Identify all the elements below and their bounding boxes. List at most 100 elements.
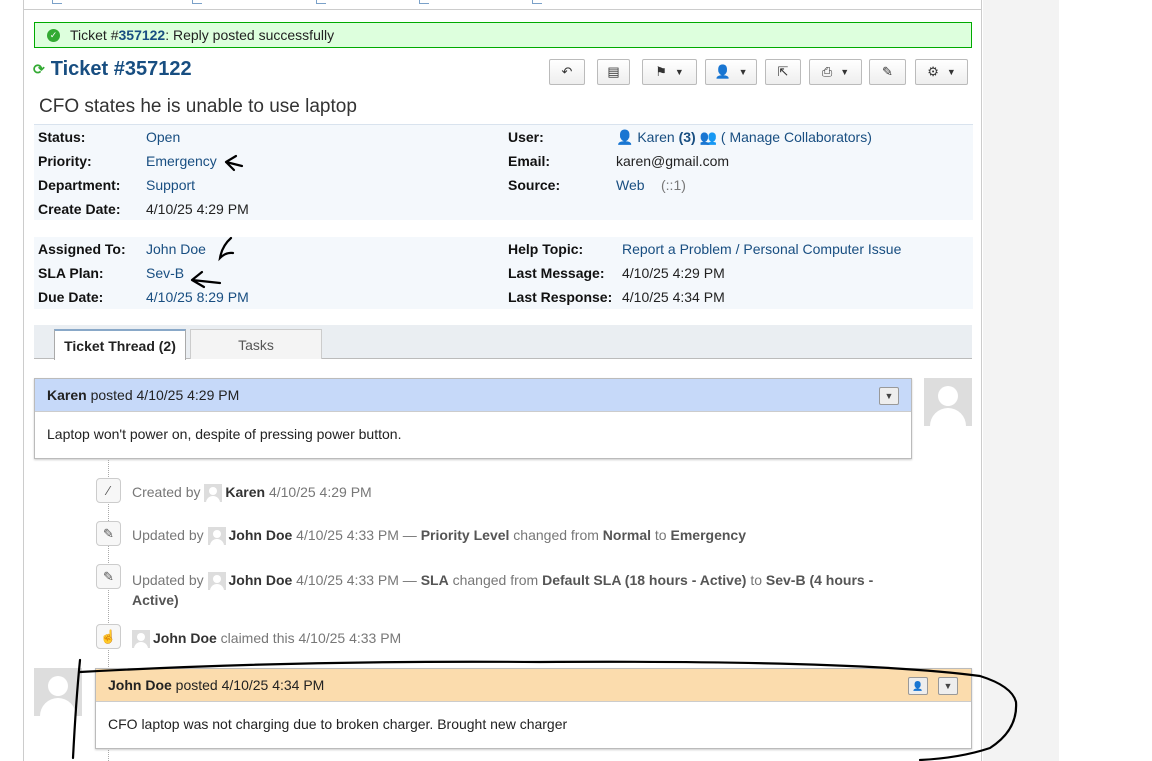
message-body: Laptop won't power on, despite of pressi… <box>47 426 402 442</box>
chevron-down-icon: ▼ <box>840 67 850 77</box>
share-icon: ⇱ <box>777 64 789 79</box>
tab-tasks[interactable]: Tasks <box>190 329 322 359</box>
transfer-button[interactable]: ⇱ <box>765 59 801 85</box>
ticket-subject: CFO states he is unable to use laptop <box>39 96 357 117</box>
event-old-value: Normal <box>602 527 652 543</box>
check-icon: ✓ <box>47 28 60 42</box>
thread-event-created: ⁄ Created by Karen 4/10/25 4:29 PM <box>96 478 372 505</box>
print-ticket-button[interactable]: ▤ <box>597 59 630 85</box>
last-message-label: Last Message: <box>508 265 605 281</box>
user-icon: 👤 <box>616 129 634 145</box>
due-date-value[interactable]: 4/10/25 8:29 PM <box>146 289 249 305</box>
department-value[interactable]: Support <box>146 177 195 193</box>
edit-button[interactable]: ✎ <box>869 59 906 85</box>
thumbs-up-icon: ☝ <box>96 624 121 649</box>
source-value[interactable]: Web <box>616 177 645 193</box>
success-notice: ✓ Ticket #357122: Reply posted successfu… <box>34 22 972 48</box>
chevron-down-icon: ▼ <box>674 67 684 77</box>
message-header: John Doe posted 4/10/25 4:34 PM 👤 ▼ <box>96 669 971 702</box>
edit-icon: ✎ <box>882 64 893 79</box>
document-icon: ▤ <box>607 64 620 79</box>
event-old-value: Default SLA (18 hours - Active) <box>542 572 747 588</box>
tab-ticket-thread[interactable]: Ticket Thread (2) <box>54 329 186 360</box>
department-label: Department: <box>38 177 121 193</box>
chevron-down-icon: ▼ <box>943 681 953 691</box>
notice-suffix: : Reply posted successfully <box>165 27 335 43</box>
message-options-button[interactable]: ▼ <box>879 387 899 405</box>
event-new-value: Emergency <box>670 527 746 543</box>
avatar <box>204 484 223 505</box>
sla-value[interactable]: Sev-B <box>146 265 184 281</box>
event-verb: claimed this <box>220 630 295 646</box>
ticket-title-wrap: ⟳ Ticket #357122 <box>33 58 192 81</box>
event-verb: Updated by <box>132 572 204 588</box>
event-changed-from: changed from <box>513 527 599 543</box>
thread-event-sla: ✎ Updated by John Doe 4/10/25 4:33 PM — … <box>96 564 896 610</box>
create-date-label: Create Date: <box>38 201 121 217</box>
create-date-value: 4/10/25 4:29 PM <box>146 201 249 217</box>
avatar <box>34 668 82 716</box>
message-header: Karen posted 4/10/25 4:29 PM ▼ <box>35 379 911 412</box>
reply-button[interactable]: ↶ <box>549 59 585 85</box>
event-user: John Doe <box>153 630 217 646</box>
user-icon: 👤 <box>714 64 731 79</box>
thread-message-user: Karen posted 4/10/25 4:29 PM ▼ Laptop wo… <box>34 378 912 459</box>
event-verb: Updated by <box>132 527 204 543</box>
avatar <box>207 572 226 593</box>
more-menu-button[interactable]: ⚙ ▼ <box>915 59 968 85</box>
chevron-down-icon: ▼ <box>884 391 894 401</box>
right-pane <box>983 0 1059 761</box>
user-name[interactable]: Karen <box>637 129 674 145</box>
assigned-label: Assigned To: <box>38 241 126 257</box>
flag-menu-button[interactable]: ⚑ ▼ <box>642 59 697 85</box>
thread-event-priority: ✎ Updated by John Doe 4/10/25 4:33 PM — … <box>96 521 746 548</box>
event-verb: Created by <box>132 484 201 500</box>
status-value[interactable]: Open <box>146 129 180 145</box>
printer-icon: ⎙ <box>821 64 833 79</box>
help-topic-value[interactable]: Report a Problem / Personal Computer Iss… <box>622 241 901 257</box>
message-options-button[interactable]: ▼ <box>938 677 958 695</box>
message-author: Karen <box>47 387 87 403</box>
assign-menu-button[interactable]: 👤 ▼ <box>705 59 757 85</box>
last-response-value: 4/10/25 4:34 PM <box>622 289 725 305</box>
thread-event-claimed: ☝ John Doe claimed this 4/10/25 4:33 PM <box>96 624 401 651</box>
last-response-label: Last Response: <box>508 289 613 305</box>
event-to-word: to <box>654 527 667 543</box>
message-time: 4/10/25 4:29 PM <box>136 387 240 403</box>
avatar <box>207 527 226 548</box>
flag-icon: ⚑ <box>655 64 667 79</box>
event-time: 4/10/25 4:33 PM — <box>296 572 417 588</box>
assigned-value[interactable]: John Doe <box>146 241 206 257</box>
event-field: Priority Level <box>420 527 510 543</box>
priority-value[interactable]: Emergency <box>146 153 217 169</box>
ticket-title[interactable]: Ticket #357122 <box>51 58 192 81</box>
sla-label: SLA Plan: <box>38 265 104 281</box>
print-menu-button[interactable]: ⎙ ▼ <box>809 59 862 85</box>
chevron-down-icon: ▼ <box>738 67 748 77</box>
last-message-value: 4/10/25 4:29 PM <box>622 265 725 281</box>
event-to-word: to <box>750 572 762 588</box>
avatar <box>924 378 972 426</box>
user-value[interactable]: 👤 Karen (3) 👥 ( Manage Collaborators) <box>616 129 872 146</box>
message-posted-word: posted <box>90 387 133 403</box>
notice-prefix: Ticket # <box>70 27 119 43</box>
message-time: 4/10/25 4:34 PM <box>221 677 325 693</box>
gear-icon: ⚙ <box>927 64 939 79</box>
message-user-button[interactable]: 👤 <box>908 677 928 695</box>
refresh-icon[interactable]: ⟳ <box>33 61 45 78</box>
user-icon: 👤 <box>912 680 924 691</box>
notice-ticket-number[interactable]: 357122 <box>119 27 166 43</box>
source-ip: (::1) <box>661 177 686 193</box>
reply-icon: ↶ <box>561 64 573 79</box>
collaborators-icon: 👥 <box>699 129 718 145</box>
due-date-label: Due Date: <box>38 289 104 305</box>
priority-label: Priority: <box>38 153 92 169</box>
event-user: Karen <box>225 484 266 500</box>
manage-collaborators-link[interactable]: ( Manage Collaborators) <box>721 129 872 145</box>
thread-message-staff: John Doe posted 4/10/25 4:34 PM 👤 ▼ CFO … <box>95 668 972 749</box>
pencil-icon: ✎ <box>96 521 121 546</box>
message-author: John Doe <box>108 677 172 693</box>
thread-tabs: Ticket Thread (2) Tasks <box>34 325 972 360</box>
event-field: SLA <box>420 572 449 588</box>
pencil-icon: ✎ <box>96 564 121 589</box>
